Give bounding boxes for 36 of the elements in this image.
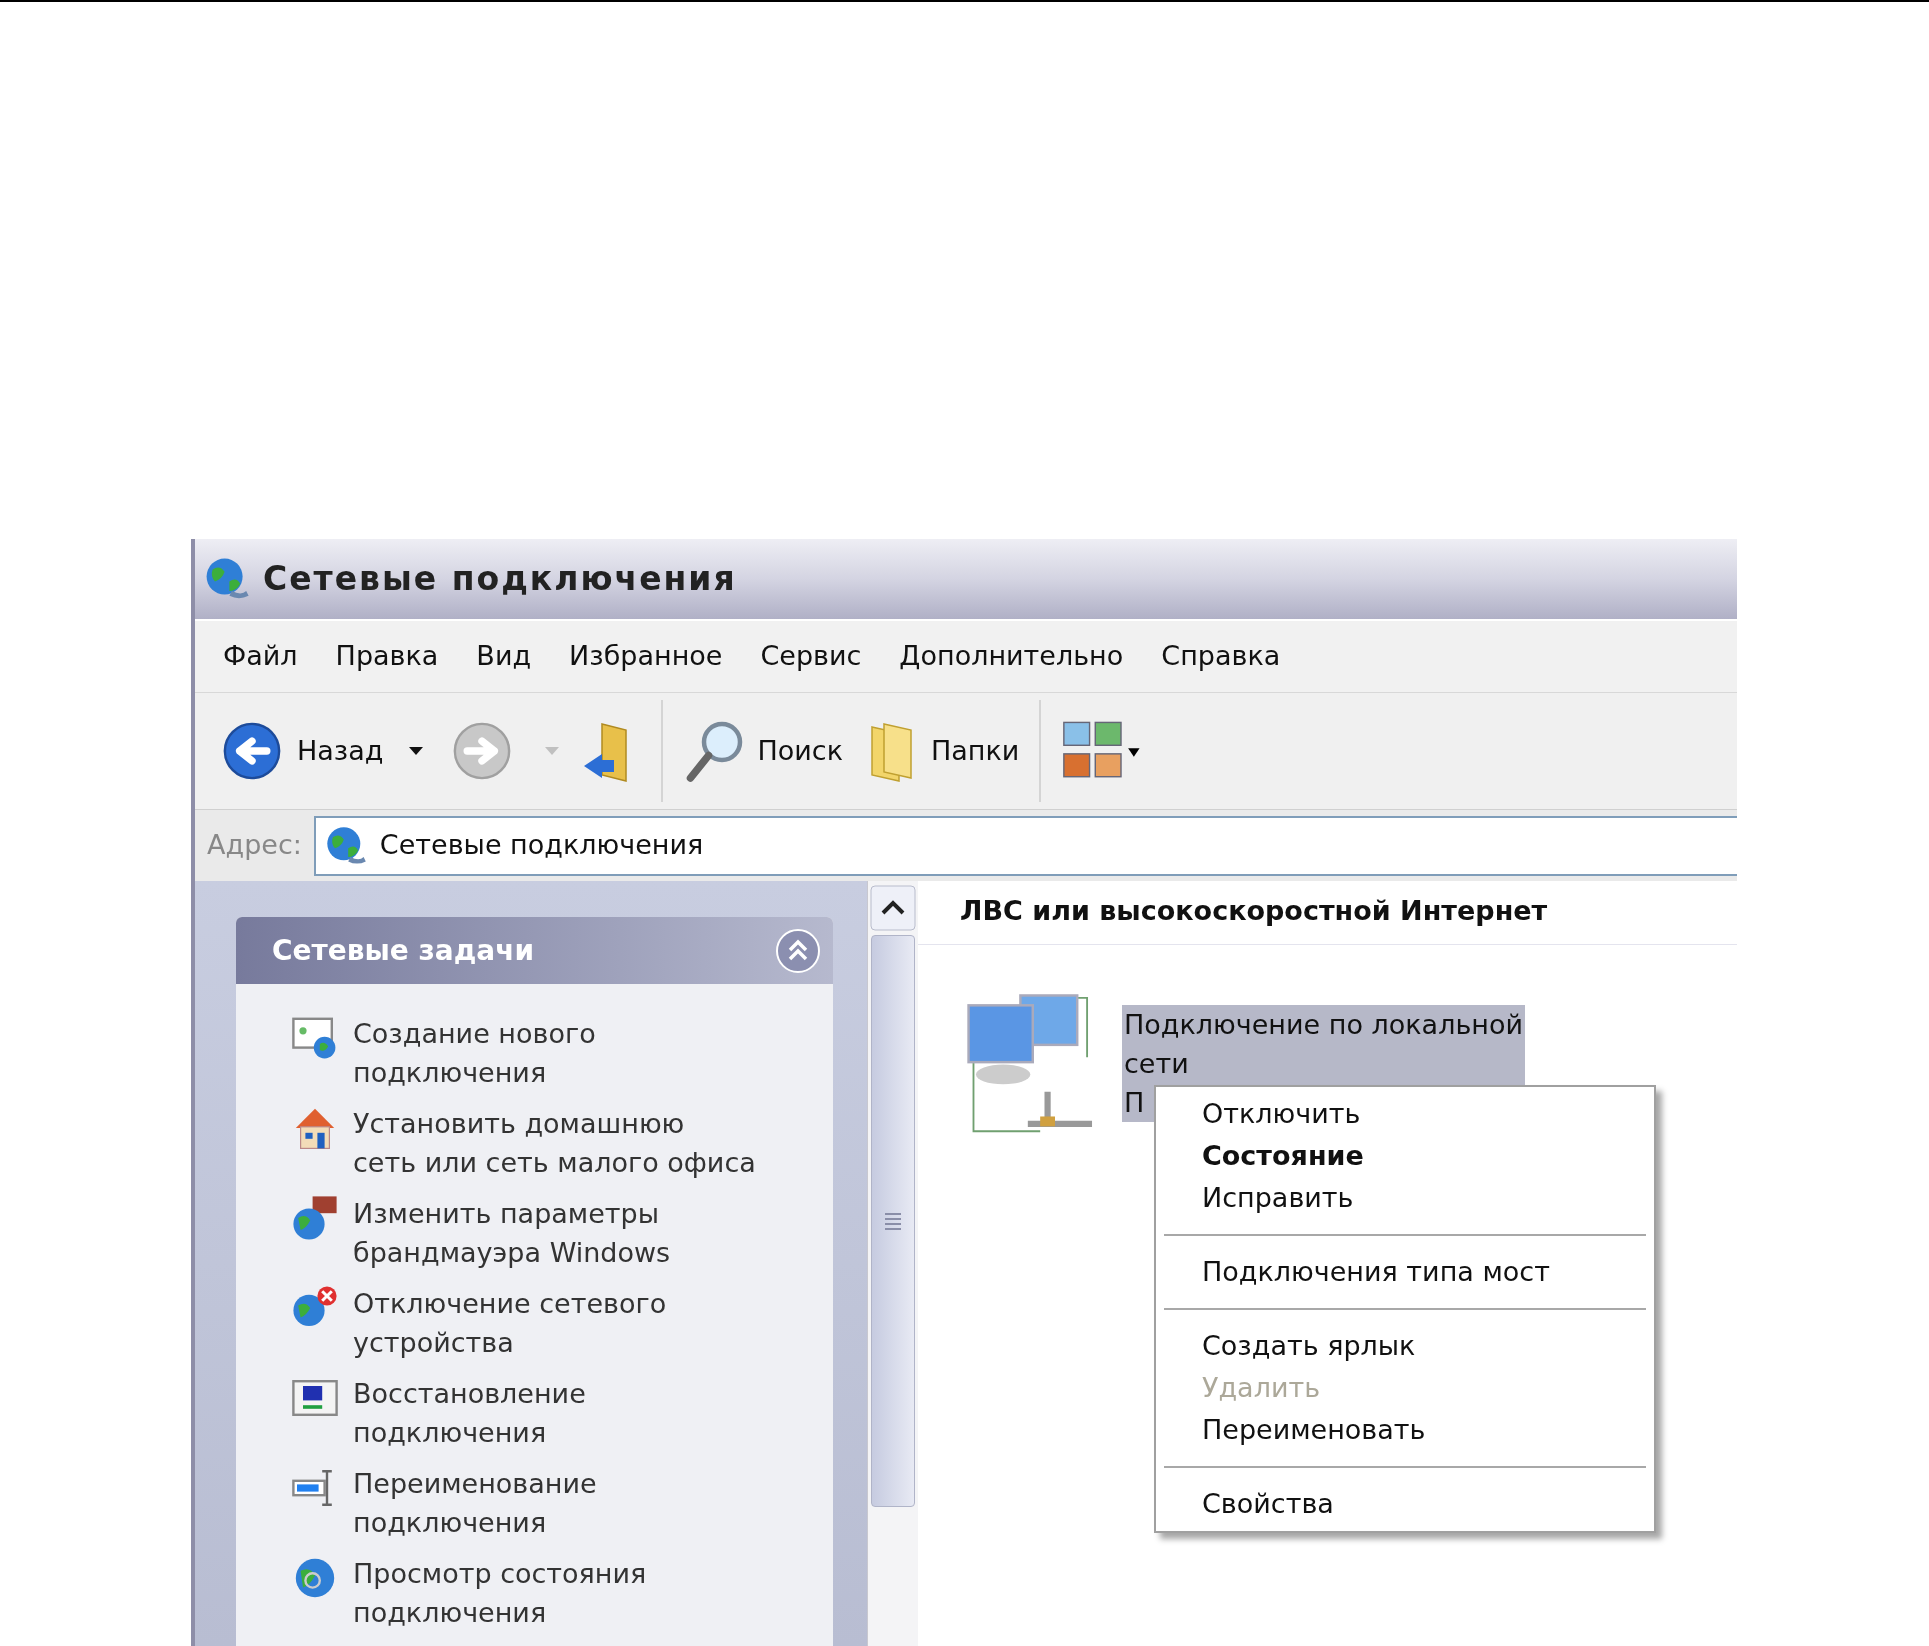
scrollbar[interactable] — [867, 881, 918, 1646]
back-button[interactable]: Назад — [297, 730, 384, 772]
menu-item[interactable]: Справка — [1161, 636, 1281, 677]
group-heading: ЛВС или высокоскоростной Интернет — [960, 895, 1548, 926]
context-menu-item[interactable]: Создать ярлык — [1164, 1325, 1646, 1367]
window-title: Сетевые подключения — [263, 558, 737, 601]
task-link[interactable]: Установить домашнюю сеть или сеть малого офиса — [353, 1104, 756, 1182]
menu-item[interactable]: Дополнительно — [899, 636, 1124, 677]
scroll-thumb[interactable] — [871, 935, 915, 1507]
context-menu-item[interactable]: Свойства — [1164, 1483, 1646, 1525]
grip-icon — [884, 1211, 902, 1231]
menu-item[interactable]: Избранное — [569, 636, 723, 677]
collapse-icon[interactable] — [775, 927, 821, 974]
menu-item[interactable]: Правка — [335, 636, 439, 677]
context-menu-item[interactable]: Подключения типа мост — [1164, 1251, 1646, 1293]
search-button[interactable]: Поиск — [757, 730, 843, 772]
context-menu-item[interactable]: Переименовать — [1164, 1409, 1646, 1451]
task-link[interactable]: Отключение сетевого устройства — [353, 1284, 667, 1362]
address-field[interactable]: Сетевые подключения — [313, 815, 1737, 876]
folders-button[interactable]: Папки — [930, 730, 1020, 772]
task-link[interactable]: Изменить параметры брандмауэра Windows — [353, 1194, 671, 1272]
menu-item[interactable]: Файл — [223, 636, 298, 677]
task-link[interactable]: Создание нового подключения — [353, 1014, 596, 1092]
context-menu-item[interactable]: Состояние — [1164, 1135, 1646, 1177]
address-value: Сетевые подключения — [379, 828, 704, 863]
menu-item[interactable]: Вид — [476, 636, 532, 677]
menu-item[interactable]: Сервис — [760, 636, 862, 677]
task-panel-title: Сетевые задачи — [272, 932, 535, 969]
task-link[interactable]: Восстановление подключения — [353, 1374, 586, 1452]
task-link[interactable]: Переименование подключения — [353, 1464, 597, 1542]
dropdown-caret-icon[interactable] — [407, 745, 426, 757]
task-link[interactable]: Просмотр состояния подключения — [353, 1554, 647, 1632]
scroll-up-icon[interactable] — [870, 885, 916, 931]
context-menu-item[interactable]: Исправить — [1164, 1177, 1646, 1219]
globe-with-wall-icon — [291, 1194, 339, 1242]
address-label: Адрес: — [206, 828, 303, 863]
